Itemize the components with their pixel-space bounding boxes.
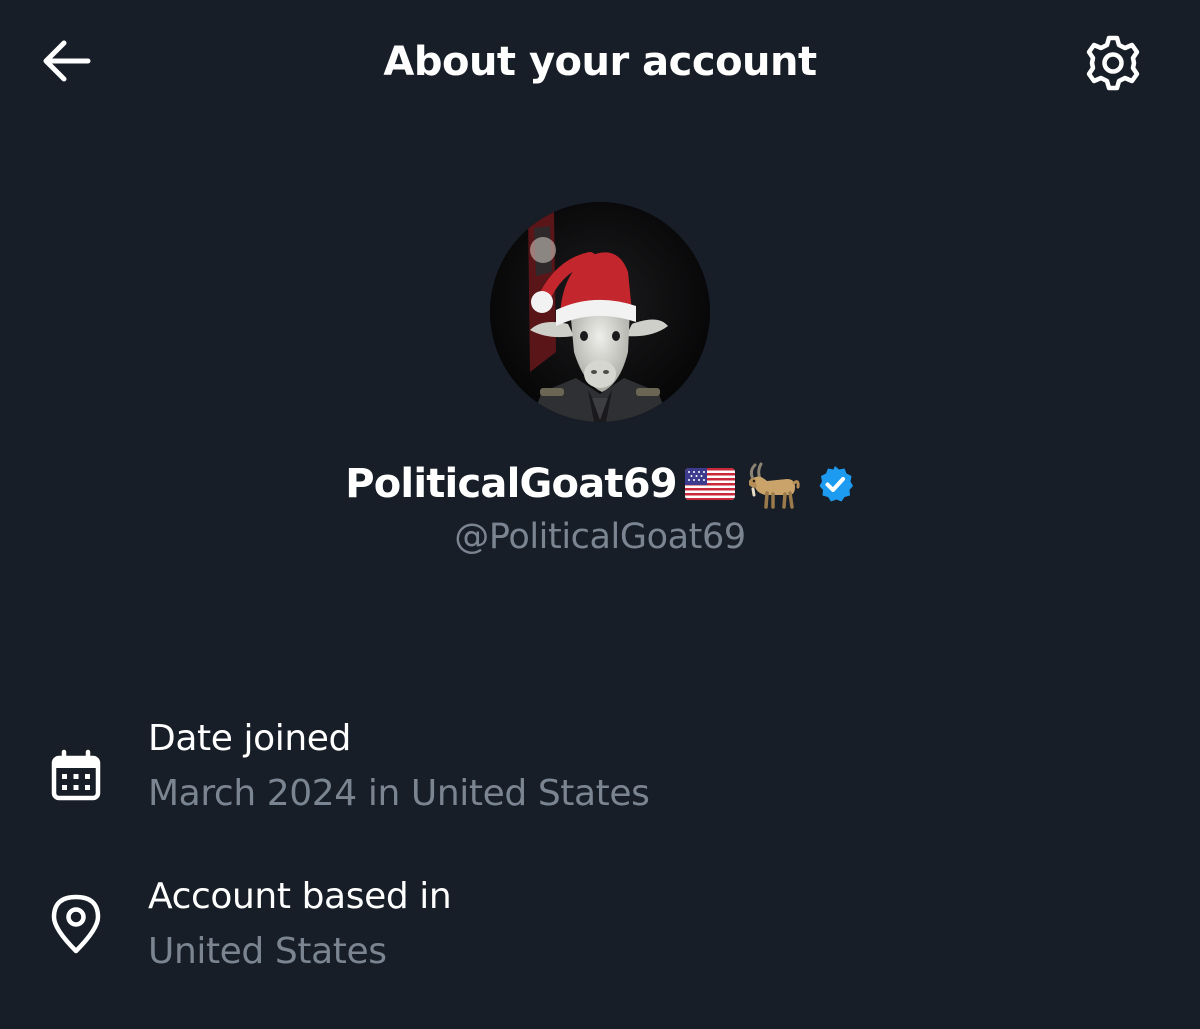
account-based-in-item: Account based in United States: [0, 868, 1200, 988]
account-based-in-label: Account based in: [148, 876, 452, 917]
settings-button[interactable]: [1080, 30, 1146, 96]
us-flag-icon: [683, 464, 737, 504]
back-button[interactable]: [36, 33, 96, 89]
goat-avatar-image: [490, 202, 710, 422]
page-title: About your account: [383, 39, 817, 85]
account-based-in-value: United States: [148, 931, 387, 972]
top-app-bar: About your account: [0, 0, 1200, 125]
goat-icon: [745, 457, 801, 511]
display-name: PoliticalGoat69: [345, 461, 677, 507]
verified-badge-icon[interactable]: [815, 464, 855, 504]
location-pin-icon: [46, 894, 106, 954]
calendar-icon: [46, 746, 106, 806]
date-joined-value: March 2024 in United States: [148, 773, 650, 814]
profile-avatar[interactable]: [490, 202, 710, 422]
date-joined-label: Date joined: [148, 718, 351, 759]
account-handle: @PoliticalGoat69: [454, 517, 746, 557]
date-joined-item: Date joined March 2024 in United States: [0, 710, 1200, 830]
display-name-row: PoliticalGoat69: [0, 456, 1200, 512]
arrow-left-icon: [43, 40, 91, 82]
gear-icon: [1086, 35, 1140, 91]
